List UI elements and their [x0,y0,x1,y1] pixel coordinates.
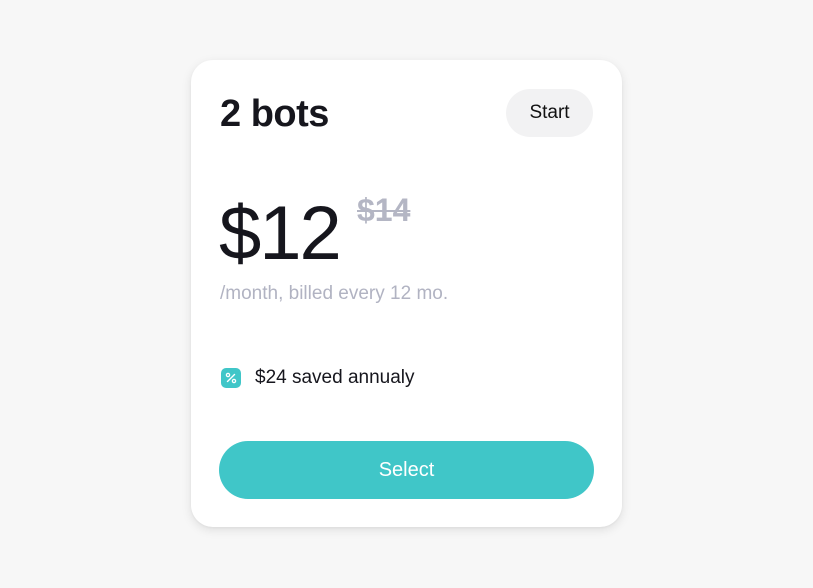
price: $12 [219,191,342,276]
billing-note: /month, billed every 12 mo. [220,283,449,304]
savings-text: $24 saved annualy [255,367,415,388]
plan-title: 2 bots [220,93,329,135]
start-tag-button[interactable]: Start [506,89,593,137]
percent-icon [221,368,241,388]
pricing-card: 2 bots Start $12 $14 /month, billed ever… [191,60,622,527]
old-price: $14 [357,192,411,228]
savings-row: $24 saved annualy [221,366,415,390]
select-button[interactable]: Select [219,441,594,499]
